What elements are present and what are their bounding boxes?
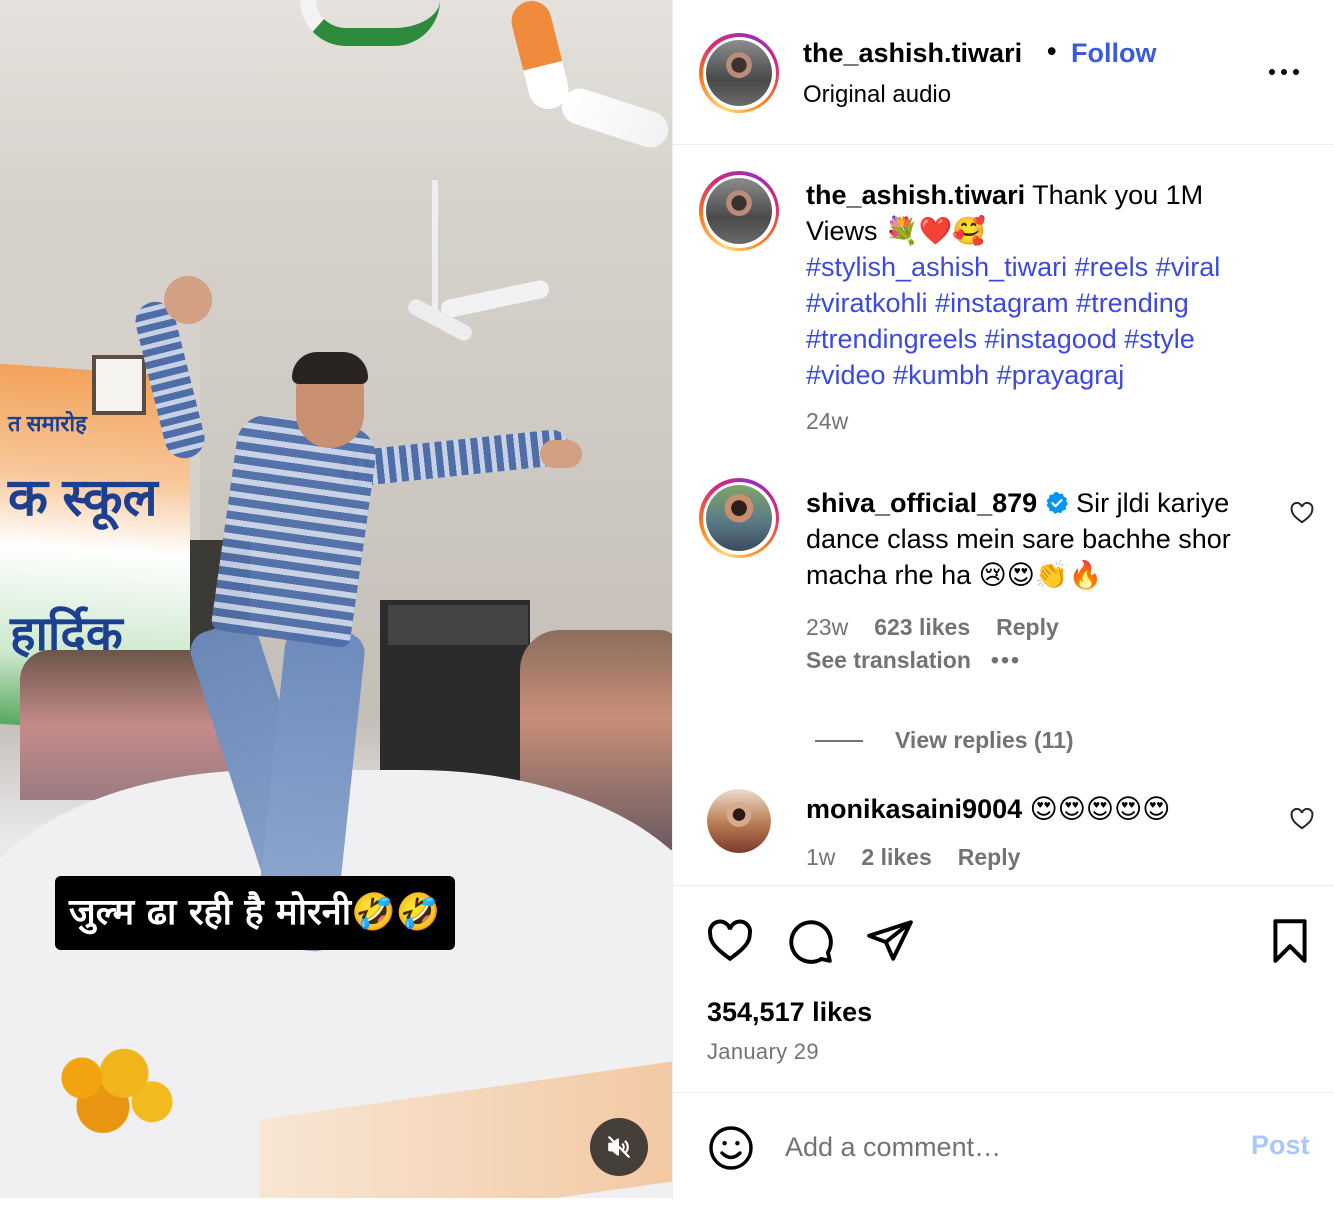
- video-wall-clock: [92, 355, 146, 415]
- hashtag-link[interactable]: #viratkohli: [806, 288, 928, 318]
- comments-scroll-area[interactable]: the_ashish.tiwari Thank you 1M Views 💐❤️…: [673, 146, 1334, 884]
- video-speakers: [388, 605, 528, 645]
- avatar-story-ring[interactable]: [699, 33, 779, 113]
- comment-username[interactable]: monikasaini9004: [806, 794, 1022, 824]
- hashtag-link[interactable]: #style: [1124, 324, 1195, 354]
- hashtag-link[interactable]: #prayagraj: [997, 360, 1125, 390]
- comment-text: shiva_official_879 Sir jldi kariye dance…: [806, 485, 1276, 593]
- more-dot: [1293, 69, 1299, 75]
- comment-input[interactable]: [785, 1122, 1225, 1172]
- hashtag-link[interactable]: #kumbh: [893, 360, 989, 390]
- hashtag-link[interactable]: #stylish_ashish_tiwari: [806, 252, 1067, 282]
- avatar: [706, 485, 772, 551]
- avatar: [706, 40, 772, 106]
- video-ceiling-fan: [432, 180, 438, 310]
- hashtag-link[interactable]: #instagram: [935, 288, 1069, 318]
- post-actions: 354,517 likes January 29: [673, 885, 1334, 1093]
- audio-label[interactable]: Original audio: [803, 81, 951, 109]
- video-banner-text: क स्कूल: [8, 469, 158, 527]
- comment-likes[interactable]: 623 likes: [874, 614, 970, 641]
- see-translation-button[interactable]: See translation: [806, 647, 971, 674]
- follow-button[interactable]: Follow: [1071, 38, 1156, 69]
- comment-icon[interactable]: [785, 916, 835, 966]
- hashtag-link[interactable]: #trendingreels: [806, 324, 977, 354]
- view-replies-button[interactable]: View replies (11): [895, 727, 1074, 754]
- post-header: the_ashish.tiwari • Follow Original audi…: [673, 0, 1334, 145]
- separator-dot: •: [1047, 36, 1057, 66]
- video-flowers: [40, 1040, 180, 1135]
- video-ceiling-fan: [439, 278, 551, 320]
- comment-text: monikasaini9004 😍😍😍😍😍: [806, 791, 1276, 827]
- caption-text: the_ashish.tiwari Thank you 1M Views 💐❤️…: [806, 177, 1276, 393]
- heart-icon[interactable]: [705, 916, 755, 966]
- caption-age[interactable]: 24w: [806, 408, 848, 435]
- video-dancer: [540, 440, 582, 468]
- view-replies: View replies (11): [895, 727, 1074, 754]
- hashtag-link[interactable]: #video: [806, 360, 886, 390]
- hashtag-link[interactable]: #trending: [1076, 288, 1189, 318]
- avatar[interactable]: [707, 789, 771, 853]
- reply-button[interactable]: Reply: [996, 614, 1059, 641]
- comment-body: 😍😍😍😍😍: [1029, 794, 1171, 824]
- view-replies-line: [815, 740, 863, 742]
- avatar-story-ring[interactable]: [699, 478, 779, 558]
- comment-meta: See translation •••: [806, 647, 1021, 674]
- hashtag-link[interactable]: #reels: [1075, 252, 1149, 282]
- comment-meta: 23w 623 likes Reply: [806, 614, 1059, 641]
- bookmark-icon[interactable]: [1265, 916, 1315, 966]
- avatar-story-ring[interactable]: [699, 171, 779, 251]
- caption-username[interactable]: the_ashish.tiwari: [806, 180, 1025, 210]
- comment-meta: 1w 2 likes Reply: [806, 844, 1020, 871]
- author-username[interactable]: the_ashish.tiwari: [803, 38, 1022, 69]
- speaker-muted-icon: [608, 1136, 630, 1158]
- emoji-icon[interactable]: [707, 1124, 755, 1172]
- like-count[interactable]: 354,517 likes: [707, 997, 872, 1028]
- comment-username[interactable]: shiva_official_879: [806, 488, 1037, 518]
- post-side-panel: the_ashish.tiwari • Follow Original audi…: [672, 0, 1334, 1200]
- video-dancer: [292, 352, 368, 384]
- more-dot: [1269, 69, 1275, 75]
- hashtag-link[interactable]: #instagood: [985, 324, 1117, 354]
- video-dancer: [210, 411, 380, 649]
- avatar-image: [707, 789, 771, 853]
- comment-age[interactable]: 1w: [806, 844, 835, 871]
- video-caption: जुल्म ढा रही है मोरनी🤣🤣: [55, 876, 455, 950]
- comment-age[interactable]: 23w: [806, 614, 848, 641]
- comment-more-button[interactable]: •••: [991, 647, 1021, 674]
- comment-like-heart-icon[interactable]: [1289, 806, 1315, 832]
- comment-composer: Post: [673, 1094, 1334, 1200]
- post-comment-button[interactable]: Post: [1251, 1130, 1310, 1161]
- hashtag-link[interactable]: #viral: [1156, 252, 1221, 282]
- reply-button[interactable]: Reply: [958, 844, 1021, 871]
- video-banner-text: त समारोह: [8, 411, 87, 436]
- caption-meta: 24w: [806, 408, 848, 435]
- video-player[interactable]: त समारोह क स्कूल हार्दिक जुल्म ढा रही है…: [0, 0, 672, 1198]
- post-date: January 29: [707, 1039, 819, 1064]
- share-icon[interactable]: [865, 916, 915, 966]
- mute-toggle-button[interactable]: [590, 1118, 648, 1176]
- comment-like-heart-icon[interactable]: [1289, 500, 1315, 526]
- video-dancer: [164, 276, 212, 324]
- avatar: [706, 178, 772, 244]
- more-dot: [1281, 69, 1287, 75]
- comment-likes[interactable]: 2 likes: [861, 844, 931, 871]
- more-options-button[interactable]: [1269, 60, 1305, 84]
- verified-badge-icon: [1046, 492, 1068, 514]
